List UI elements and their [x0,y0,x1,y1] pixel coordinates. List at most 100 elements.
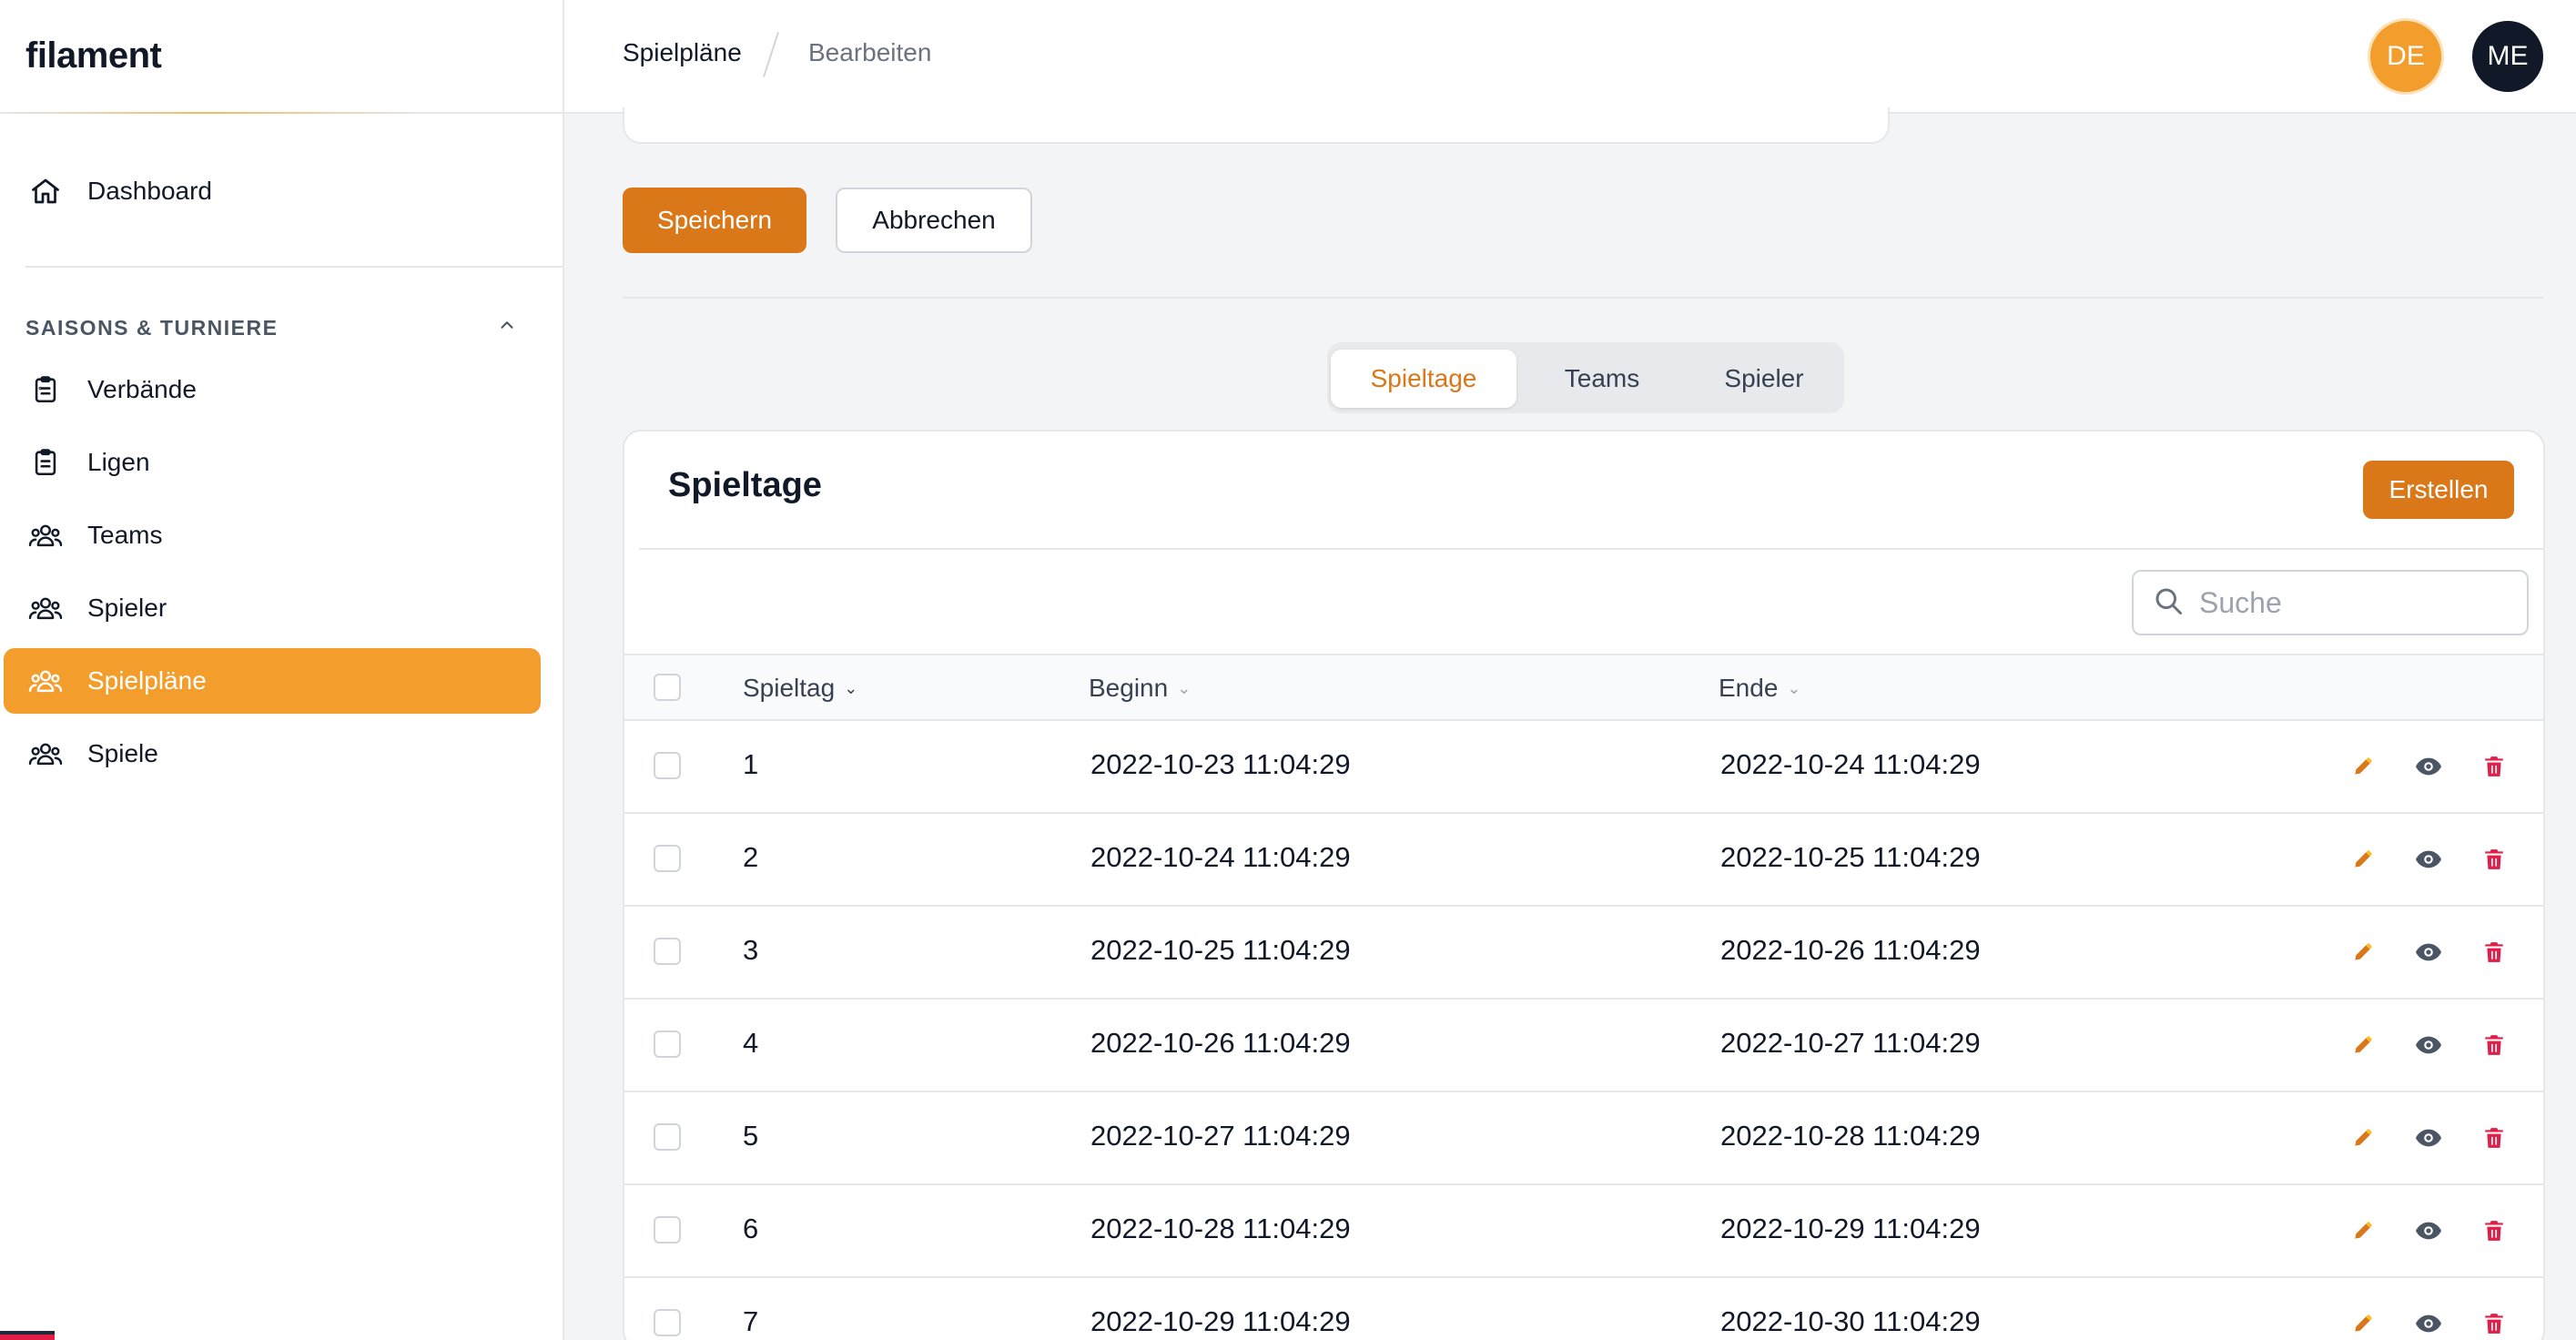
search-field[interactable] [2132,570,2529,635]
user-group-icon [27,517,64,553]
view-eye-icon[interactable] [2412,1214,2445,1247]
sidebar-item-label: Spielpläne [87,666,207,695]
brand-name: filament [25,36,162,76]
section-divider [623,297,2543,299]
column-header-label: Spieltag [743,674,836,702]
table-row[interactable]: 6 2022-10-28 11:04:29 2022-10-29 11:04:29 [624,1185,2543,1278]
user-group-icon [27,590,64,626]
delete-trash-icon[interactable] [2478,1214,2510,1247]
sidebar-item-verbaende[interactable]: Verbände [4,357,541,422]
search-input[interactable] [2199,585,2509,620]
view-eye-icon[interactable] [2412,843,2445,876]
cell-spieltag: 1 [743,748,759,780]
table-row[interactable]: 5 2022-10-27 11:04:29 2022-10-28 11:04:29 [624,1092,2543,1185]
brand-logo[interactable]: filament [0,0,563,114]
cell-ende: 2022-10-26 11:04:29 [1720,934,1981,966]
sidebar-item-spiele[interactable]: Spiele [4,721,541,787]
cell-beginn: 2022-10-24 11:04:29 [1090,841,1351,873]
sidebar-item-spielplaene[interactable]: Spielpläne [4,648,541,714]
view-eye-icon[interactable] [2412,1029,2445,1061]
sidebar-group-label: SAISONS & TURNIERE [25,315,279,340]
delete-trash-icon[interactable] [2478,1307,2510,1340]
row-checkbox[interactable] [654,1216,681,1244]
table-row[interactable]: 2 2022-10-24 11:04:29 2022-10-25 11:04:29 [624,814,2543,907]
select-all-checkbox[interactable] [654,674,681,701]
avatar-me[interactable]: ME [2472,21,2543,92]
cell-beginn: 2022-10-29 11:04:29 [1090,1305,1351,1337]
edit-pencil-icon[interactable] [2347,1214,2379,1247]
column-header-label: Ende [1719,674,1779,702]
sidebar-group-header[interactable]: SAISONS & TURNIERE [25,313,517,342]
tab-spieltage[interactable]: Spieltage [1331,350,1516,408]
card-header-divider [639,548,2543,550]
table-row[interactable]: 7 2022-10-29 11:04:29 2022-10-30 11:04:29 [624,1278,2543,1340]
chevron-down-icon: ⌄ [844,678,858,697]
cell-beginn: 2022-10-27 11:04:29 [1090,1120,1351,1152]
delete-trash-icon[interactable] [2478,1122,2510,1154]
sidebar: filament Dashboard SAISONS & TURNIERE Ve… [0,0,564,1340]
table-row[interactable]: 3 2022-10-25 11:04:29 2022-10-26 11:04:29 [624,907,2543,1000]
create-button[interactable]: Erstellen [2363,461,2514,519]
edit-pencil-icon[interactable] [2347,750,2379,783]
table-row[interactable]: 1 2022-10-23 11:04:29 2022-10-24 11:04:29 [624,721,2543,814]
cell-ende: 2022-10-25 11:04:29 [1720,841,1981,873]
sidebar-item-ligen[interactable]: Ligen [4,430,541,495]
cancel-button[interactable]: Abbrechen [836,188,1032,253]
cell-ende: 2022-10-30 11:04:29 [1720,1305,1981,1337]
column-header-beginn[interactable]: Beginn ⌄ [1089,674,1191,703]
sidebar-item-dashboard[interactable]: Dashboard [4,158,541,224]
cell-spieltag: 6 [743,1213,759,1244]
column-header-ende[interactable]: Ende ⌄ [1719,674,1801,703]
edit-pencil-icon[interactable] [2347,1307,2379,1340]
delete-trash-icon[interactable] [2478,1029,2510,1061]
cell-spieltag: 7 [743,1305,759,1337]
sidebar-item-label: Spieler [87,594,167,622]
breadcrumb-item-bearbeiten: Bearbeiten [808,38,932,66]
row-checkbox[interactable] [654,752,681,779]
form-card-bottom-edge [623,107,1890,144]
view-eye-icon[interactable] [2412,750,2445,783]
tab-spieler[interactable]: Spieler [1688,350,1841,408]
delete-trash-icon[interactable] [2478,843,2510,876]
row-checkbox[interactable] [654,1030,681,1058]
breadcrumb-item-spielplaene[interactable]: Spielpläne [623,38,742,67]
delete-trash-icon[interactable] [2478,936,2510,969]
user-group-icon [27,663,64,699]
cell-ende: 2022-10-29 11:04:29 [1720,1213,1981,1244]
chevron-up-icon[interactable] [497,315,517,340]
sidebar-item-label: Verbände [87,375,197,403]
column-header-spieltag[interactable]: Spieltag ⌄ [743,674,857,703]
view-eye-icon[interactable] [2412,936,2445,969]
cell-beginn: 2022-10-23 11:04:29 [1090,748,1351,780]
save-button[interactable]: Speichern [623,188,806,253]
tab-teams[interactable]: Teams [1518,350,1686,408]
cell-spieltag: 3 [743,934,759,966]
chevron-down-icon: ⌄ [1787,678,1801,697]
row-checkbox[interactable] [654,845,681,872]
cell-spieltag: 5 [743,1120,759,1152]
row-checkbox[interactable] [654,938,681,965]
edit-pencil-icon[interactable] [2347,936,2379,969]
avatar-de[interactable]: DE [2370,21,2441,92]
table-title: Spieltage [668,466,822,504]
row-checkbox[interactable] [654,1309,681,1336]
row-checkbox[interactable] [654,1123,681,1151]
clipboard-list-icon [27,371,64,408]
chevron-down-icon: ⌄ [1177,678,1192,697]
sidebar-item-teams[interactable]: Teams [4,502,541,568]
sidebar-item-spieler[interactable]: Spieler [4,575,541,641]
delete-trash-icon[interactable] [2478,750,2510,783]
cell-beginn: 2022-10-25 11:04:29 [1090,934,1351,966]
view-eye-icon[interactable] [2412,1122,2445,1154]
sidebar-item-label: Spiele [87,739,158,767]
cell-beginn: 2022-10-26 11:04:29 [1090,1027,1351,1059]
column-header-label: Beginn [1089,674,1169,702]
edit-pencil-icon[interactable] [2347,1029,2379,1061]
edit-pencil-icon[interactable] [2347,843,2379,876]
view-eye-icon[interactable] [2412,1307,2445,1340]
edit-pencil-icon[interactable] [2347,1122,2379,1154]
cell-ende: 2022-10-27 11:04:29 [1720,1027,1981,1059]
table-row[interactable]: 4 2022-10-26 11:04:29 2022-10-27 11:04:29 [624,1000,2543,1092]
home-icon [27,173,64,209]
search-icon [2152,584,2185,622]
